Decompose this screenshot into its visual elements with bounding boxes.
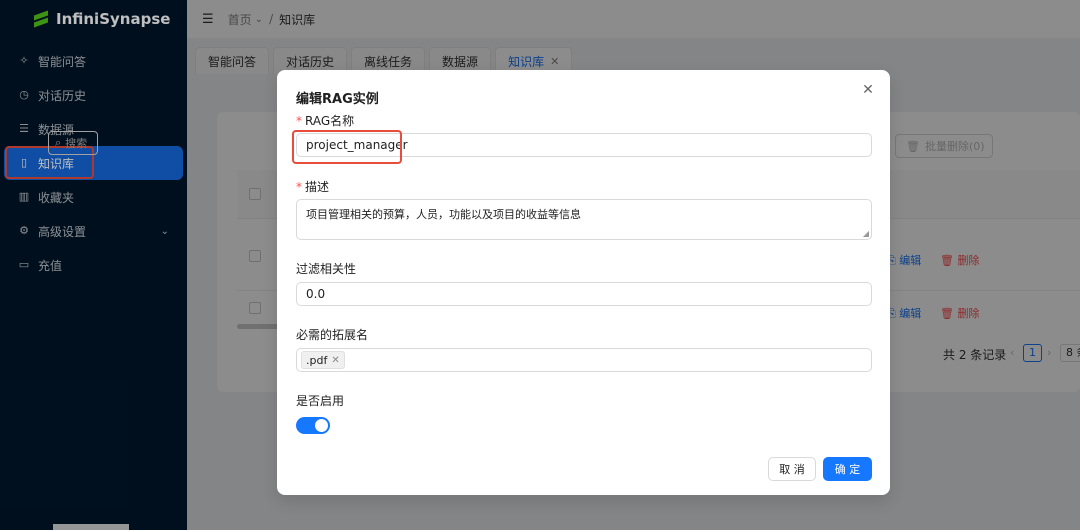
confirm-button[interactable]: 确 定 — [823, 457, 872, 481]
required-mark: * — [296, 180, 302, 194]
modal-mask-sidebar — [0, 0, 187, 530]
description-text: 项目管理相关的预算，人员，功能以及项目的收益等信息 — [306, 208, 581, 221]
rag-name-label-text: RAG名称 — [305, 114, 355, 128]
rag-name-label: * RAG名称 — [296, 112, 354, 129]
resize-handle-icon[interactable]: ◢ — [863, 229, 869, 238]
cancel-button[interactable]: 取 消 — [768, 457, 816, 481]
enabled-toggle[interactable] — [296, 417, 330, 434]
description-textarea[interactable]: 项目管理相关的预算，人员，功能以及项目的收益等信息 ◢ — [296, 199, 872, 240]
relevance-input[interactable]: 0.0 — [296, 282, 872, 306]
extension-label: 必需的拓展名 — [296, 328, 369, 342]
extension-select[interactable]: .pdf ✕ — [296, 348, 872, 372]
extension-tag: .pdf ✕ — [301, 351, 345, 369]
description-label-text: 描述 — [305, 180, 330, 194]
toggle-knob — [315, 419, 328, 432]
enabled-label: 是否启用 — [296, 394, 345, 408]
close-icon[interactable]: ✕ — [860, 82, 876, 98]
extension-tag-text: .pdf — [306, 353, 328, 367]
description-label: * 描述 — [296, 178, 329, 195]
highlight-outline-name — [292, 130, 402, 164]
edit-rag-modal: 编辑RAG实例 ✕ * RAG名称 project_manager * 描述 项目管… — [277, 70, 890, 495]
close-icon[interactable]: ✕ — [331, 355, 339, 366]
relevance-label: 过滤相关性 — [296, 262, 357, 276]
required-mark: * — [296, 114, 302, 128]
modal-title: 编辑RAG实例 — [296, 92, 379, 107]
